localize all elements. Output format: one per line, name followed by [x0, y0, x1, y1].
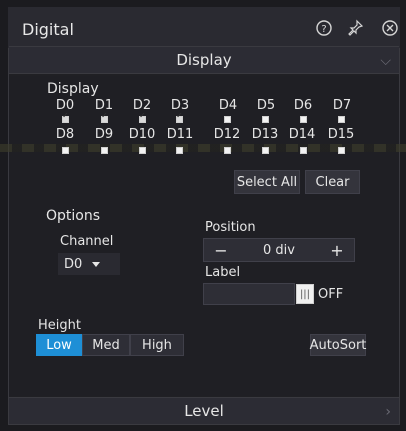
channel-label-d15: D15	[327, 127, 355, 142]
position-decrement-button[interactable]: −	[204, 241, 238, 260]
channel-label-d5: D5	[256, 98, 276, 113]
label-field-label: Label	[205, 265, 241, 280]
autosort-button[interactable]: AutoSort	[310, 334, 366, 356]
channel-label-d4: D4	[218, 98, 238, 113]
height-segmented-control: Low Med High	[36, 334, 184, 356]
channel-dropdown[interactable]: D0	[58, 253, 120, 275]
checkbox-d4[interactable]	[224, 116, 231, 123]
height-option-med[interactable]: Med	[82, 334, 130, 356]
chevron-down-icon: ⌵	[380, 53, 391, 69]
channel-dropdown-value: D0	[64, 256, 83, 272]
channel-label-d14: D14	[288, 127, 316, 142]
toggle-grip-icon: |||	[296, 284, 314, 304]
checkbox-d9[interactable]	[101, 147, 108, 154]
channel-label-d7: D7	[332, 98, 352, 113]
checkbox-d5[interactable]	[262, 116, 269, 123]
checkbox-d10[interactable]	[139, 147, 146, 154]
svg-text:?: ?	[321, 24, 326, 35]
select-all-button[interactable]: Select All	[234, 170, 300, 194]
chevron-down-icon	[92, 261, 101, 267]
chevron-right-icon: ›	[385, 404, 391, 420]
position-value[interactable]: 0 div	[238, 243, 320, 258]
position-label: Position	[205, 220, 256, 235]
display-section-header[interactable]: Display ⌵	[9, 46, 399, 74]
level-section-title: Level	[184, 402, 224, 420]
channel-label-d12: D12	[213, 127, 241, 142]
height-option-low[interactable]: Low	[36, 334, 82, 356]
position-increment-button[interactable]: +	[320, 241, 354, 260]
checkbox-d13[interactable]	[262, 147, 269, 154]
position-stepper: − 0 div +	[203, 238, 355, 262]
channel-label: Channel	[60, 234, 114, 249]
channel-label-d9: D9	[94, 127, 114, 142]
checkbox-d0[interactable]	[62, 111, 69, 123]
checkbox-d11[interactable]	[176, 147, 183, 154]
checkbox-d6[interactable]	[300, 116, 307, 123]
help-icon[interactable]: ?	[314, 18, 334, 38]
background-trace	[0, 144, 406, 152]
pin-icon[interactable]	[345, 18, 365, 38]
checkbox-d12[interactable]	[224, 147, 231, 154]
clear-button[interactable]: Clear	[305, 170, 360, 194]
checkbox-d1[interactable]	[101, 111, 108, 123]
display-group-label: Display	[47, 81, 99, 97]
display-section-title: Display	[176, 51, 232, 69]
height-option-high[interactable]: High	[130, 334, 184, 356]
channel-label-d6: D6	[293, 98, 313, 113]
channel-label-d8: D8	[55, 127, 75, 142]
channel-label-d10: D10	[128, 127, 156, 142]
label-input[interactable]	[203, 283, 295, 305]
checkbox-d3[interactable]	[176, 111, 183, 123]
channel-label-d11: D11	[166, 127, 194, 142]
checkbox-d2[interactable]	[139, 111, 146, 123]
height-label: Height	[38, 318, 81, 333]
options-label: Options	[46, 208, 101, 224]
checkbox-d7[interactable]	[338, 116, 345, 123]
label-toggle[interactable]: ||| OFF	[296, 283, 354, 305]
channel-label-d13: D13	[251, 127, 279, 142]
checkbox-d14[interactable]	[300, 147, 307, 154]
checkbox-d15[interactable]	[338, 147, 345, 154]
dialog-title: Digital	[22, 20, 74, 39]
level-section-header[interactable]: Level ›	[9, 397, 399, 425]
close-icon[interactable]	[380, 18, 400, 38]
checkbox-d8[interactable]	[62, 147, 69, 154]
toggle-state-text: OFF	[318, 286, 344, 302]
